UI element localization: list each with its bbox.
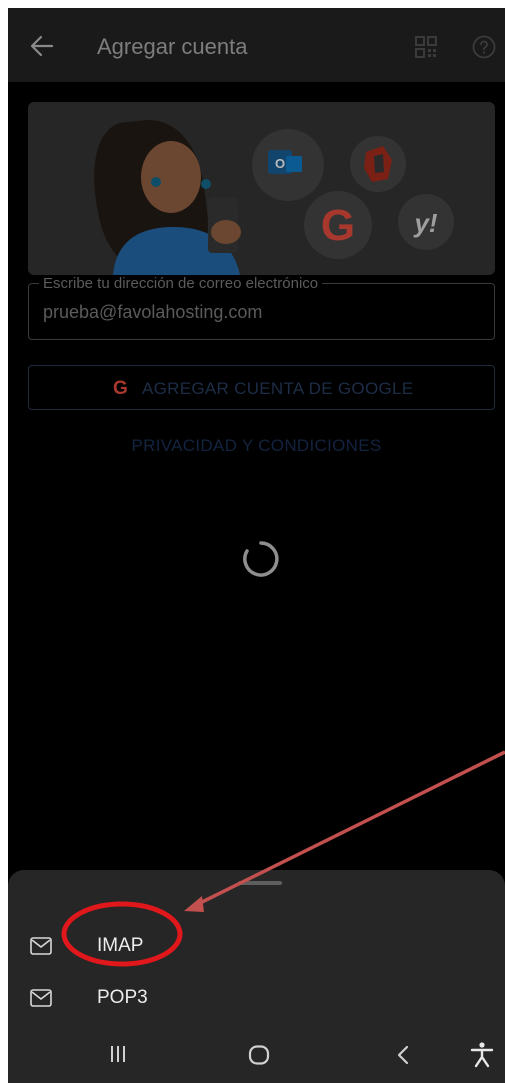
provider-illustration: O G y! (94, 120, 454, 275)
arrow-left-icon[interactable] (28, 32, 56, 60)
system-nav-bar (8, 1028, 505, 1083)
add-google-account-button[interactable]: G AGREGAR CUENTA DE GOOGLE (28, 365, 495, 410)
sheet-item-label: IMAP (97, 935, 144, 956)
back-icon[interactable] (396, 1045, 410, 1065)
mail-icon (30, 989, 52, 1007)
add-google-account-label: AGREGAR CUENTA DE GOOGLE (142, 379, 414, 398)
page-title: Agregar cuenta (97, 34, 248, 59)
email-field[interactable]: Escribe tu dirección de correo electróni… (28, 275, 495, 340)
spinner-icon (243, 541, 279, 577)
recent-apps-icon[interactable] (108, 1044, 128, 1064)
sheet-item-label: POP3 (97, 987, 148, 1008)
help-circle-icon[interactable] (472, 35, 496, 59)
phone-screen: Agregar cuenta O G y! Escribe tu direcci… (8, 8, 505, 1083)
sheet-item-imap[interactable]: IMAP (8, 922, 505, 972)
sheet-item-pop3[interactable]: POP3 (8, 974, 505, 1024)
email-field-label: Escribe tu dirección de correo electróni… (39, 275, 323, 292)
accessibility-icon[interactable] (470, 1042, 494, 1068)
mail-icon (30, 937, 52, 955)
home-icon[interactable] (248, 1045, 270, 1065)
google-icon: G (113, 378, 128, 399)
hero-illustration: O G y! (28, 102, 495, 275)
svg-text:G: G (321, 201, 355, 250)
svg-text:y!: y! (412, 208, 437, 238)
app-bar: Agregar cuenta (8, 8, 505, 82)
sheet-drag-handle[interactable] (238, 881, 282, 885)
privacy-terms-link[interactable]: PRIVACIDAD Y CONDICIONES (8, 436, 505, 456)
email-field-value[interactable]: prueba@favolahosting.com (43, 302, 262, 323)
qr-code-icon[interactable] (415, 36, 437, 58)
svg-text:O: O (275, 156, 285, 171)
